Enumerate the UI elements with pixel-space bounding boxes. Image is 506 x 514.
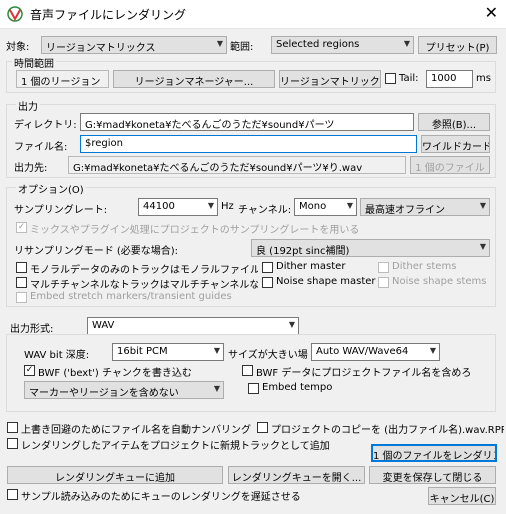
dither-master-checkbox[interactable]	[262, 262, 273, 273]
format-select[interactable]: WAV ▼	[87, 317, 299, 335]
dither-master-label: Dither master	[276, 261, 346, 272]
add-items-label: レンダリングしたアイテムをプロジェクトに新規トラックとして追加	[21, 441, 330, 452]
channels-select[interactable]: Mono ▼	[294, 198, 357, 216]
dither-stems-checkbox[interactable]	[378, 262, 389, 273]
delay-queue-label: サンプル読み込みのためにキューのレンダリングを遅延させる	[21, 492, 301, 503]
cancel-button[interactable]: キャンセル(C)	[428, 487, 496, 505]
chevron-down-icon: ▼	[346, 201, 353, 210]
directory-input[interactable]: G:¥mad¥koneta¥たべるんごのうただ¥sound¥パーツ	[80, 113, 414, 131]
source-select[interactable]: リージョンマトリックス ▼	[41, 36, 227, 54]
multichannel-checkbox[interactable]	[16, 277, 27, 288]
chevron-down-icon: ▼	[207, 201, 214, 210]
chevron-down-icon: ▼	[213, 346, 220, 355]
hz-label: Hz	[221, 201, 234, 212]
tail-label: Tail:	[399, 73, 419, 84]
bwf-project-label: BWF データにプロジェクトファイル名を含めろ	[256, 368, 472, 379]
sample-rate-label: サンプリングレート:	[14, 205, 108, 216]
sample-rate-select[interactable]: 44100 ▼	[138, 198, 218, 216]
bwf-project-checkbox[interactable]	[242, 365, 253, 376]
output-path-display: G:¥mad¥koneta¥たべるんごのうただ¥sound¥パーツ¥り.wav	[68, 156, 406, 174]
chevron-down-icon: ▼	[429, 346, 436, 355]
dither-stems-label: Dither stems	[392, 261, 457, 272]
region-matrix-button[interactable]: リージョンマトリックス...	[279, 70, 381, 88]
bounds-select[interactable]: Selected regions ▼	[271, 36, 414, 54]
chevron-down-icon: ▼	[403, 39, 410, 48]
filename-input[interactable]: $region	[80, 135, 417, 153]
title-bar: 音声ファイルにレンダリング ✕	[0, 0, 506, 29]
channels-label: チャンネル:	[238, 205, 292, 216]
bit-depth-label: WAV bit 深度:	[24, 350, 90, 361]
check-icon: ✓	[17, 222, 26, 232]
bwf-chunk-checkbox[interactable]: ✓	[24, 365, 35, 376]
region-manager-button[interactable]: リージョンマネージャー...	[113, 70, 275, 88]
output-legend: 出力	[16, 98, 40, 113]
auto-number-checkbox[interactable]	[7, 422, 18, 433]
open-queue-button[interactable]: レンダリングキューを開く...	[228, 466, 365, 484]
format-label: 出力形式:	[10, 324, 54, 335]
mono-tracks-checkbox[interactable]	[16, 262, 27, 273]
resample-select[interactable]: 良 (192pt sinc補間) ▼	[251, 239, 490, 257]
multichannel-label: マルチチャンネルなトラックはマルチチャンネルなファイルに	[30, 280, 258, 291]
check-icon: ✓	[25, 365, 34, 375]
resample-label: リサンプリングモード (必要な場合):	[14, 246, 179, 257]
noise-shape-master-label: Noise shape master	[276, 276, 376, 287]
project-sr-label: ミックスやプラグイン処理にプロジェクトのサンプリングレートを用いる	[30, 225, 360, 236]
options-legend: オプション(O)	[16, 181, 86, 196]
embed-tempo-checkbox[interactable]	[248, 383, 259, 394]
chevron-down-icon: ▼	[216, 39, 223, 48]
chevron-down-icon: ▼	[213, 384, 220, 393]
save-close-button[interactable]: 変更を保存して閉じる	[369, 466, 496, 484]
bwf-chunk-label: BWF ('bext') チャンクを書き込む	[38, 368, 192, 379]
tail-checkbox[interactable]	[385, 73, 396, 84]
save-copy-checkbox[interactable]	[257, 422, 268, 433]
source-label: 対象:	[6, 42, 30, 53]
render-button[interactable]: 1 個のファイルをレンダリング...	[371, 444, 497, 462]
render-speed-select[interactable]: 最高速オフライン ▼	[360, 198, 490, 216]
wildcards-button[interactable]: ワイルドカード	[421, 135, 490, 153]
add-queue-button[interactable]: レンダリングキューに追加	[7, 466, 223, 484]
tail-input[interactable]: 1000	[426, 70, 473, 88]
file-count-button[interactable]: 1 個のファイル	[410, 156, 490, 174]
directory-label: ディレクトリ:	[14, 120, 77, 131]
mono-tracks-label: モノラルデータのみのトラックはモノラルファイルにレンダリ	[30, 265, 258, 276]
bounds-label: 範囲:	[230, 42, 254, 53]
chevron-down-icon: ▼	[288, 320, 295, 329]
noise-shape-stems-label: Noise shape stems	[392, 276, 487, 287]
bit-depth-select[interactable]: 16bit PCM ▼	[112, 343, 224, 361]
reaper-logo-icon	[7, 6, 23, 22]
noise-shape-stems-checkbox[interactable]	[378, 277, 389, 288]
large-size-select[interactable]: Auto WAV/Wave64 ▼	[311, 343, 440, 361]
chevron-down-icon: ▼	[479, 201, 486, 210]
chevron-down-icon: ▼	[479, 242, 486, 251]
time-range-legend: 時間範囲	[12, 55, 56, 70]
add-items-checkbox[interactable]	[7, 438, 18, 449]
auto-number-label: 上書き回避のためにファイル名を自動ナンバリング	[21, 425, 251, 436]
markers-select[interactable]: マーカーやリージョンを含めない ▼	[24, 381, 224, 399]
region-count-display: 1 個のリージョン	[16, 70, 109, 88]
save-copy-label: プロジェクトのコピーを (出力ファイル名).wav.RPP としてい	[271, 425, 504, 436]
close-icon[interactable]: ✕	[485, 3, 498, 23]
tail-unit: ms	[476, 73, 491, 84]
project-sr-checkbox[interactable]: ✓	[16, 222, 27, 233]
large-size-label: サイズが大きい場	[228, 350, 308, 361]
embed-tempo-label: Embed tempo	[262, 382, 333, 393]
browse-button[interactable]: 参照(B)...	[418, 113, 490, 131]
presets-button[interactable]: プリセット(P)	[418, 36, 497, 54]
window-title: 音声ファイルにレンダリング	[30, 8, 187, 22]
noise-shape-master-checkbox[interactable]	[262, 277, 273, 288]
delay-queue-checkbox[interactable]	[7, 489, 18, 500]
embed-stretch-checkbox[interactable]	[16, 292, 27, 303]
output-to-label: 出力先:	[14, 163, 48, 174]
embed-stretch-label: Embed stretch markers/transient guides	[30, 291, 232, 302]
filename-label: ファイル名:	[14, 142, 68, 153]
